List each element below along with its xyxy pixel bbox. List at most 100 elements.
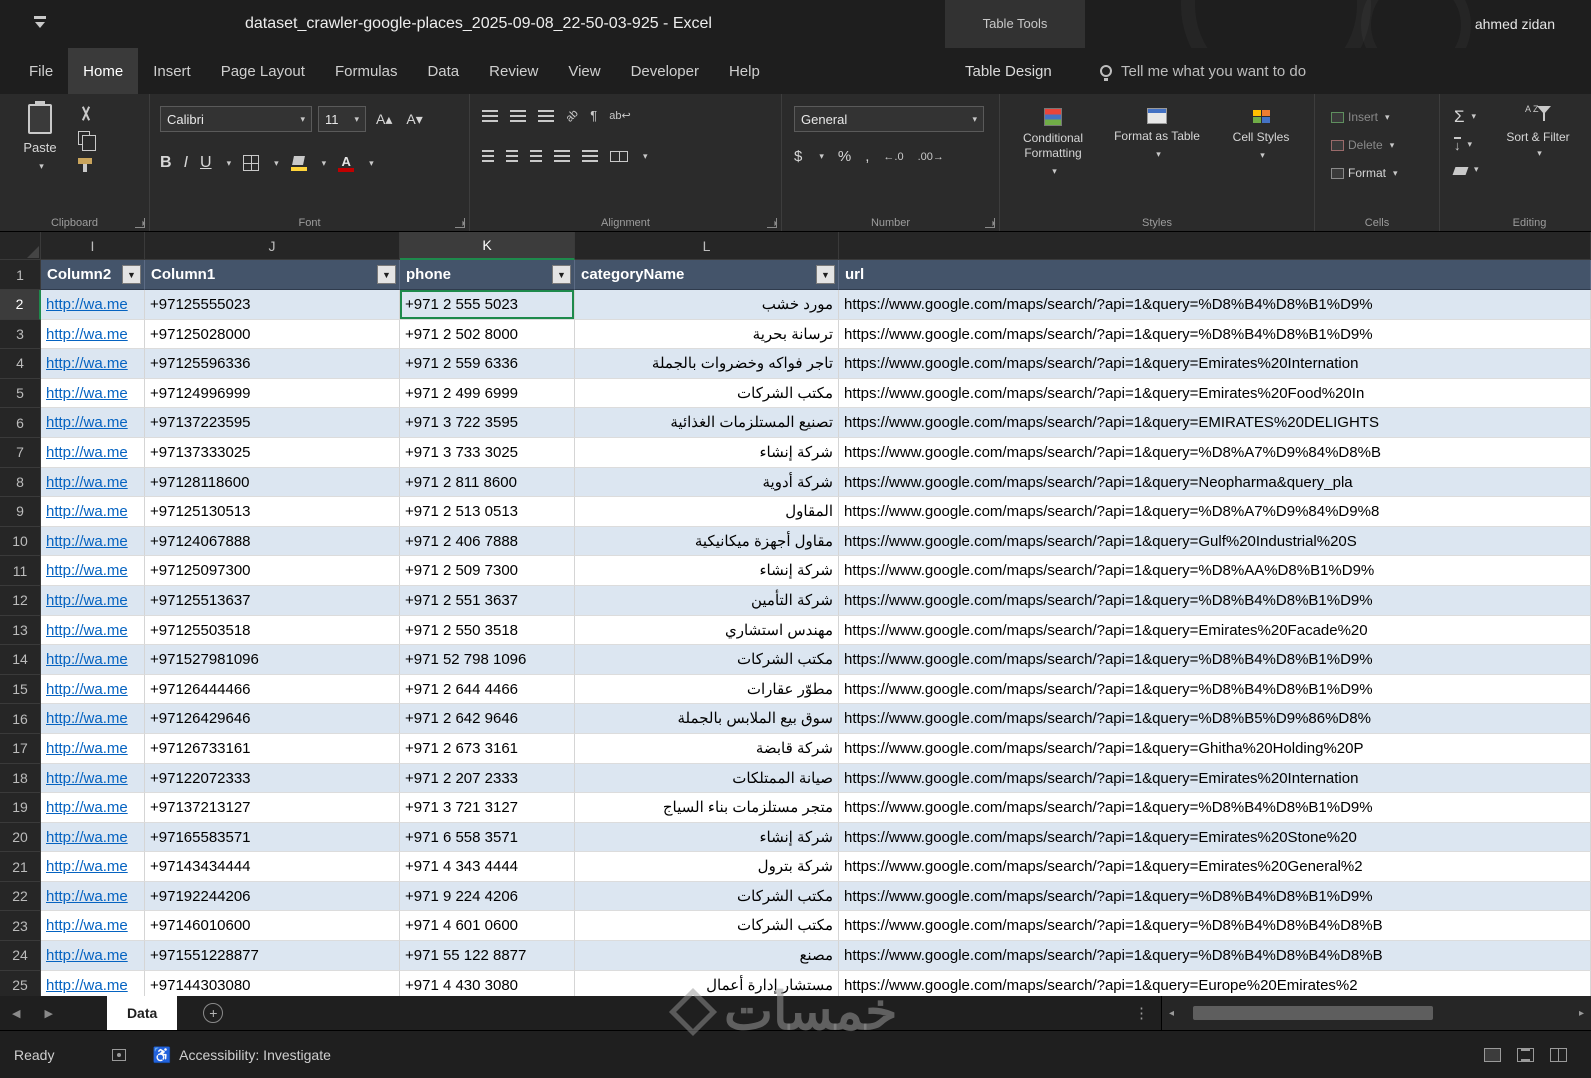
row-number[interactable]: 23: [0, 911, 41, 942]
header-cell-categoryName[interactable]: categoryName ▼: [575, 260, 839, 290]
cell-url[interactable]: https://www.google.com/maps/search/?api=…: [839, 556, 1591, 586]
row-number[interactable]: 21: [0, 852, 41, 882]
cell-url[interactable]: https://www.google.com/maps/search/?api=…: [839, 378, 1591, 409]
cell-category[interactable]: مكتب الشركات: [575, 881, 839, 912]
cell-phone[interactable]: +971 55 122 8877: [400, 941, 575, 971]
row-number[interactable]: 20: [0, 822, 41, 853]
cell-category[interactable]: مورد خشب: [575, 290, 839, 320]
cell-phone[interactable]: +971 2 502 8000: [400, 319, 575, 350]
clear-button[interactable]: ▾: [1450, 162, 1483, 177]
cell-column1-phone[interactable]: +97125513637: [145, 585, 400, 616]
align-right-button[interactable]: [530, 150, 542, 162]
decrease-font-size-button[interactable]: A▾: [402, 111, 426, 128]
cell-url[interactable]: https://www.google.com/maps/search/?api=…: [839, 911, 1591, 942]
cell-phone[interactable]: +971 2 644 4466: [400, 674, 575, 705]
italic-button[interactable]: I: [184, 154, 188, 172]
cell-category[interactable]: شركة أدوية: [575, 467, 839, 498]
cell-category[interactable]: مكتب الشركات: [575, 645, 839, 675]
cell-url[interactable]: https://www.google.com/maps/search/?api=…: [839, 467, 1591, 498]
cell-category[interactable]: مصنع: [575, 941, 839, 971]
row-number[interactable]: 15: [0, 674, 41, 705]
row-number[interactable]: 4: [0, 349, 41, 379]
cell-phone[interactable]: +971 3 733 3025: [400, 437, 575, 468]
tab-table-design[interactable]: Table Design: [950, 48, 1067, 94]
wrap-text-button[interactable]: ab↩: [609, 109, 630, 122]
cell-category[interactable]: مقاول أجهزة ميكانيكية: [575, 526, 839, 557]
kebab-menu-icon[interactable]: ⋮: [1122, 1004, 1161, 1022]
cell-column1-phone[interactable]: +97126733161: [145, 733, 400, 764]
row-number[interactable]: 8: [0, 467, 41, 498]
cell-url[interactable]: https://www.google.com/maps/search/?api=…: [839, 674, 1591, 705]
header-cell-url[interactable]: url: [839, 260, 1591, 290]
cell-url[interactable]: https://www.google.com/maps/search/?api=…: [839, 290, 1591, 320]
font-dialog-launcher[interactable]: [455, 218, 465, 228]
cell-column1-phone[interactable]: +97122072333: [145, 763, 400, 794]
cell-whatsapp-link[interactable]: http://wa.me: [41, 585, 145, 616]
cell-phone[interactable]: +971 2 555 5023: [400, 290, 575, 320]
tab-help[interactable]: Help: [714, 48, 775, 94]
row-number[interactable]: 17: [0, 733, 41, 764]
new-sheet-button[interactable]: +: [203, 1003, 224, 1023]
cell-column1-phone[interactable]: +97124996999: [145, 378, 400, 409]
column-header-l[interactable]: L: [575, 232, 839, 260]
autosum-button[interactable]: Σ ▾: [1450, 106, 1483, 127]
cell-whatsapp-link[interactable]: http://wa.me: [41, 793, 145, 823]
header-cell-phone[interactable]: phone ▼: [400, 260, 575, 290]
row-number[interactable]: 3: [0, 319, 41, 350]
sheet-nav-right-icon[interactable]: ▶: [32, 1007, 64, 1020]
cell-whatsapp-link[interactable]: http://wa.me: [41, 645, 145, 675]
cell-whatsapp-link[interactable]: http://wa.me: [41, 290, 145, 320]
cell-phone[interactable]: +971 2 673 3161: [400, 733, 575, 764]
insert-cells-button[interactable]: Insert ▾: [1327, 108, 1439, 126]
percent-style-button[interactable]: %: [838, 148, 851, 165]
font-color-button[interactable]: A: [338, 154, 355, 172]
cell-phone[interactable]: +971 2 499 6999: [400, 378, 575, 409]
cell-column1-phone[interactable]: +97125028000: [145, 319, 400, 350]
chevron-down-icon[interactable]: ▾: [819, 151, 824, 162]
column-header-k[interactable]: K: [400, 232, 575, 260]
cell-column1-phone[interactable]: +97125596336: [145, 349, 400, 379]
filter-dropdown-button[interactable]: ▼: [122, 265, 141, 284]
bold-button[interactable]: B: [160, 154, 172, 172]
cell-phone[interactable]: +971 3 721 3127: [400, 793, 575, 823]
cell-whatsapp-link[interactable]: http://wa.me: [41, 437, 145, 468]
cell-phone[interactable]: +971 2 207 2333: [400, 763, 575, 794]
sheet-nav-left-icon[interactable]: ◀: [0, 1007, 32, 1020]
cell-url[interactable]: https://www.google.com/maps/search/?api=…: [839, 704, 1591, 734]
cell-url[interactable]: https://www.google.com/maps/search/?api=…: [839, 733, 1591, 764]
tab-file[interactable]: File: [14, 48, 68, 94]
fill-button[interactable]: ↓ ▾: [1450, 135, 1483, 154]
cell-whatsapp-link[interactable]: http://wa.me: [41, 497, 145, 527]
cell-whatsapp-link[interactable]: http://wa.me: [41, 763, 145, 794]
increase-font-size-button[interactable]: A▴: [372, 111, 396, 128]
cell-url[interactable]: https://www.google.com/maps/search/?api=…: [839, 793, 1591, 823]
cell-whatsapp-link[interactable]: http://wa.me: [41, 349, 145, 379]
decrease-indent-button[interactable]: [554, 150, 570, 162]
row-number[interactable]: 16: [0, 704, 41, 734]
cell-url[interactable]: https://www.google.com/maps/search/?api=…: [839, 822, 1591, 853]
comma-style-button[interactable]: ,: [865, 148, 869, 165]
tab-developer[interactable]: Developer: [616, 48, 714, 94]
tab-home[interactable]: Home: [68, 48, 139, 94]
row-number[interactable]: 22: [0, 881, 41, 912]
cell-whatsapp-link[interactable]: http://wa.me: [41, 408, 145, 438]
scroll-left-icon[interactable]: ◂: [1162, 1008, 1181, 1019]
orientation-button[interactable]: ab: [564, 107, 581, 124]
cell-category[interactable]: تاجر فواكه وخضروات بالجملة: [575, 349, 839, 379]
account-user-name[interactable]: ahmed zidan: [1475, 0, 1555, 48]
filter-dropdown-button[interactable]: ▼: [816, 265, 835, 284]
cell-whatsapp-link[interactable]: http://wa.me: [41, 674, 145, 705]
row-number[interactable]: 25: [0, 970, 41, 996]
cell-url[interactable]: https://www.google.com/maps/search/?api=…: [839, 497, 1591, 527]
merge-center-button[interactable]: [610, 150, 628, 162]
format-cells-button[interactable]: Format ▾: [1327, 164, 1439, 182]
cell-url[interactable]: https://www.google.com/maps/search/?api=…: [839, 526, 1591, 557]
cell-phone[interactable]: +971 2 550 3518: [400, 615, 575, 646]
cell-column1-phone[interactable]: +97128118600: [145, 467, 400, 498]
format-painter-icon[interactable]: [78, 158, 92, 172]
cell-phone[interactable]: +971 2 513 0513: [400, 497, 575, 527]
cell-whatsapp-link[interactable]: http://wa.me: [41, 970, 145, 996]
cell-phone[interactable]: +971 4 601 0600: [400, 911, 575, 942]
tab-page-layout[interactable]: Page Layout: [206, 48, 320, 94]
cell-column1-phone[interactable]: +97126429646: [145, 704, 400, 734]
